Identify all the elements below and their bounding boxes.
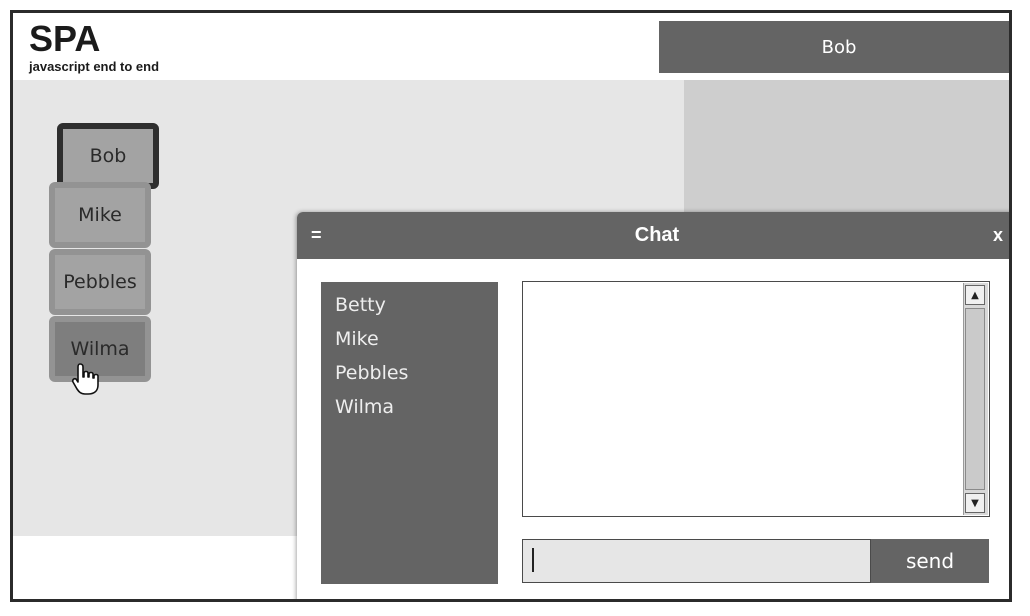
logo-title: SPA	[29, 18, 101, 59]
roster-item-pebbles[interactable]: Pebbles	[321, 356, 498, 390]
avatar-mike[interactable]: Mike	[49, 182, 151, 248]
text-caret	[532, 548, 534, 572]
roster-item-betty[interactable]: Betty	[321, 288, 498, 322]
triangle-down-icon[interactable]: ▼	[965, 493, 985, 513]
chat-title: Chat	[634, 224, 680, 246]
triangle-up-icon[interactable]: ▲	[965, 285, 985, 305]
chat-head[interactable]: Chat = x	[297, 212, 1009, 259]
roster-item-mike[interactable]: Mike	[321, 322, 498, 356]
roster-item-wilma[interactable]: Wilma	[321, 390, 498, 424]
chat-message-input[interactable]	[522, 539, 871, 583]
side-panel	[684, 80, 1009, 220]
chat-toggle-button[interactable]: =	[311, 212, 322, 259]
chat-roster: Betty Mike Pebbles Wilma	[321, 282, 498, 584]
chat-close-button[interactable]: x	[993, 212, 1003, 259]
logo-subtitle: javascript end to end	[29, 59, 160, 74]
account-button[interactable]: Bob	[659, 21, 1009, 73]
hand-pointer-icon	[71, 363, 99, 395]
chat-log-scrollbar[interactable]: ▲ ▼	[963, 283, 988, 515]
scroll-thumb[interactable]	[965, 308, 985, 490]
avatar-bob[interactable]: Bob	[57, 123, 159, 189]
send-button[interactable]: send	[871, 539, 989, 583]
chat-slider: Chat = x Betty Mike Pebbles Wilma ▲ ▼ se…	[297, 212, 1009, 599]
avatar-pebbles[interactable]: Pebbles	[49, 249, 151, 315]
app-window: SPA javascript end to end Bob Bob Mike P…	[10, 10, 1012, 602]
shell-header: SPA javascript end to end Bob	[13, 13, 1009, 79]
chat-message-log[interactable]: ▲ ▼	[522, 281, 990, 517]
